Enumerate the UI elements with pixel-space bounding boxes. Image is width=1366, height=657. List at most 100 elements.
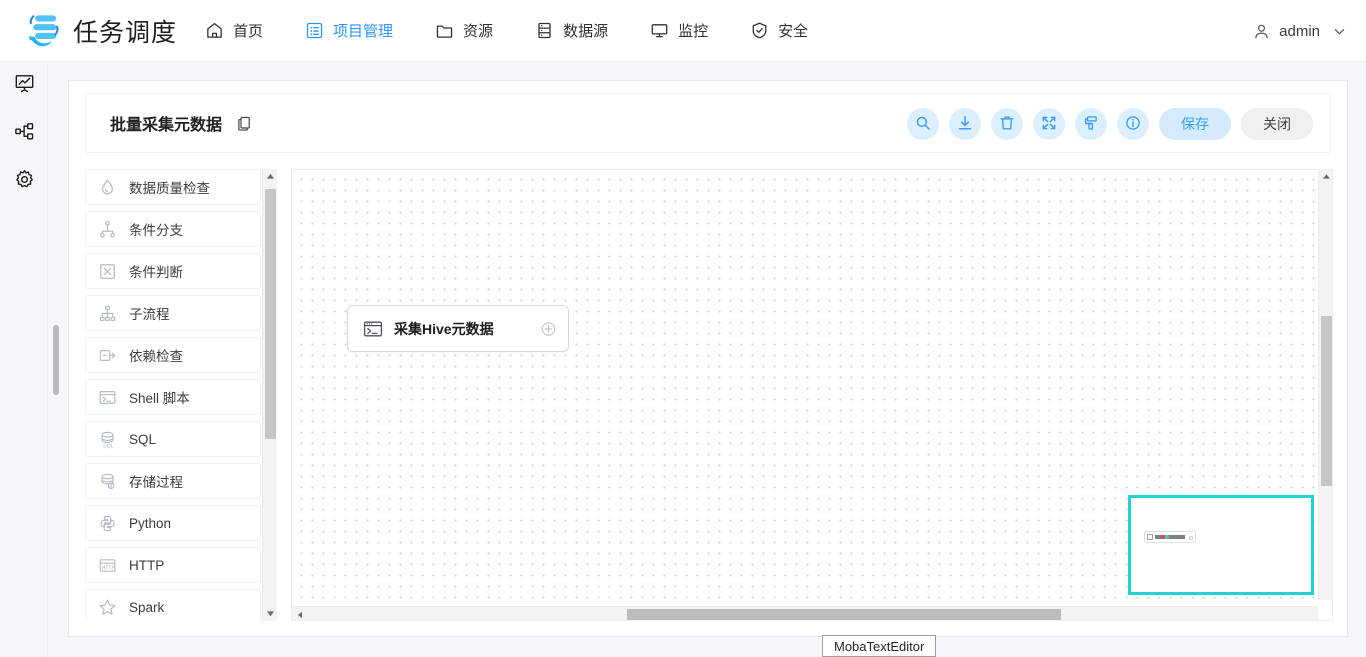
nav-item-datasource[interactable]: 数据源 <box>535 20 608 41</box>
palette-item-label: 数据质量检查 <box>129 177 210 197</box>
rail-item-dashboard[interactable] <box>0 62 48 110</box>
brand[interactable]: 任务调度 <box>22 11 177 51</box>
palette-item-label: 条件判断 <box>129 261 183 281</box>
settings-gear-icon <box>14 169 35 195</box>
caret-down-icon <box>266 605 275 622</box>
palette-item-label: 依赖检查 <box>129 345 183 365</box>
user-menu[interactable]: admin <box>1253 0 1346 62</box>
nav-item-security[interactable]: 安全 <box>750 20 808 41</box>
top-navbar: 任务调度 首页 项目管理 <box>0 0 1366 62</box>
nav-item-monitor-label: 监控 <box>678 20 708 41</box>
canvas-node[interactable]: 采集Hive元数据 <box>347 305 569 352</box>
palette-scroll-down-button[interactable] <box>263 606 277 621</box>
palette-item-label: 存储过程 <box>129 471 183 491</box>
palette-item-http[interactable]: HTTP HTTP <box>85 547 261 583</box>
workflow-canvas[interactable]: 采集Hive元数据 <box>291 169 1333 621</box>
palette-item-sql[interactable]: SQL SQL <box>85 421 261 457</box>
info-icon <box>1125 115 1141 134</box>
folder-icon <box>435 21 454 40</box>
chevron-down-icon[interactable] <box>1333 25 1346 38</box>
branch-icon <box>98 220 117 239</box>
spark-icon <box>98 598 117 617</box>
save-button[interactable]: 保存 <box>1159 108 1231 140</box>
close-button[interactable]: 关闭 <box>1241 108 1313 140</box>
nav-item-project[interactable]: 项目管理 <box>305 20 393 41</box>
delete-button[interactable] <box>991 108 1023 140</box>
procedure-icon <box>98 472 117 491</box>
palette-item-spark[interactable]: Spark <box>85 589 261 621</box>
palette-item-subprocess[interactable]: 子流程 <box>85 295 261 331</box>
fullscreen-button[interactable] <box>1033 108 1065 140</box>
page-title: 批量采集元数据 <box>110 111 222 135</box>
canvas-minimap[interactable] <box>1128 495 1314 595</box>
left-rail <box>0 62 48 657</box>
taskbar-item-mobatexteditor[interactable]: MobaTextEditor <box>822 635 936 657</box>
svg-text:SQL: SQL <box>103 443 114 449</box>
palette-item-conditional-branch[interactable]: 条件分支 <box>85 211 261 247</box>
brand-title: 任务调度 <box>73 13 177 49</box>
user-name: admin <box>1279 23 1320 40</box>
palette-item-python[interactable]: Python <box>85 505 261 541</box>
trash-icon <box>999 115 1015 134</box>
nav-item-home-label: 首页 <box>233 20 263 41</box>
rail-item-settings[interactable] <box>0 158 48 206</box>
canvas-horizontal-scrollbar[interactable] <box>292 606 1318 620</box>
subprocess-icon <box>98 304 117 323</box>
nav-items: 首页 项目管理 资源 <box>205 20 850 41</box>
search-button[interactable] <box>907 108 939 140</box>
sql-icon: SQL <box>98 430 117 449</box>
canvas-vertical-scrollbar-thumb[interactable] <box>1321 316 1332 486</box>
workflow-editor-card: 批量采集元数据 <box>68 80 1348 637</box>
palette-item-label: HTTP <box>129 558 164 573</box>
palette-item-stored-procedure[interactable]: 存储过程 <box>85 463 261 499</box>
palette-item-label: Spark <box>129 600 164 615</box>
database-icon <box>535 21 554 40</box>
node-palette-list: 数据质量检查 条件分支 <box>85 169 261 621</box>
page-scrollbar[interactable] <box>53 62 60 657</box>
canvas-scroll-left-button[interactable] <box>294 609 305 620</box>
palette-scroll-up-button[interactable] <box>263 169 277 184</box>
palette-item-dependency-check[interactable]: 依赖检查 <box>85 337 261 373</box>
nav-item-home[interactable]: 首页 <box>205 20 263 41</box>
page-scrollbar-thumb[interactable] <box>53 325 59 395</box>
editor-body: 数据质量检查 条件分支 <box>85 169 1333 621</box>
shield-icon <box>750 21 769 40</box>
workflow-icon <box>14 121 35 147</box>
copy-icon[interactable] <box>236 115 253 132</box>
canvas-scroll-up-button[interactable] <box>1319 170 1333 184</box>
format-button[interactable] <box>1075 108 1107 140</box>
palette-item-label: 条件分支 <box>129 219 183 239</box>
palette-item-label: Shell 脚本 <box>129 387 190 407</box>
minimap-node <box>1144 531 1196 543</box>
palette-item-shell-script[interactable]: Shell 脚本 <box>85 379 261 415</box>
rail-item-workflow[interactable] <box>0 110 48 158</box>
minimap-node-icon <box>1147 534 1153 540</box>
palette-scrollbar[interactable] <box>262 169 277 621</box>
terminal-icon <box>362 318 384 340</box>
palette-item-label: SQL <box>129 432 156 447</box>
http-icon: HTTP <box>98 556 117 575</box>
canvas-node-label: 采集Hive元数据 <box>394 319 494 339</box>
plus-circle-icon[interactable] <box>541 321 556 336</box>
dependency-icon <box>98 346 117 365</box>
nav-item-project-label: 项目管理 <box>333 20 393 41</box>
canvas-horizontal-scrollbar-thumb[interactable] <box>627 609 1061 620</box>
canvas-vertical-scrollbar[interactable] <box>1318 170 1332 600</box>
download-button[interactable] <box>949 108 981 140</box>
nav-item-resource-label: 资源 <box>463 20 493 41</box>
nav-item-resource[interactable]: 资源 <box>435 20 493 41</box>
minimap-node-plus-icon <box>1189 536 1193 540</box>
monitor-icon <box>650 21 669 40</box>
terminal-icon <box>98 388 117 407</box>
palette-item-data-quality[interactable]: 数据质量检查 <box>85 169 261 205</box>
download-icon <box>957 115 973 134</box>
palette-item-conditional-judge[interactable]: 条件判断 <box>85 253 261 289</box>
nav-item-monitor[interactable]: 监控 <box>650 20 708 41</box>
palette-scrollbar-thumb[interactable] <box>265 189 276 439</box>
format-icon <box>1083 115 1099 134</box>
info-button[interactable] <box>1117 108 1149 140</box>
project-icon <box>305 21 324 40</box>
fullscreen-icon <box>1041 115 1057 134</box>
palette-item-label: 子流程 <box>129 303 170 323</box>
palette-item-label: Python <box>129 516 171 531</box>
